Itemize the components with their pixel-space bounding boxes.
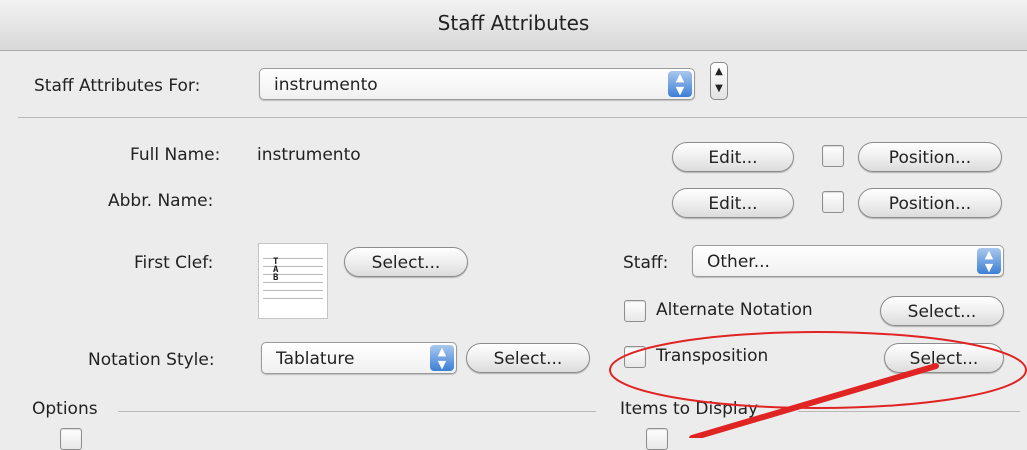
annotation-overlay (609, 331, 1027, 438)
annotation-arrow (689, 363, 939, 438)
annotation-ellipse (609, 331, 1027, 409)
